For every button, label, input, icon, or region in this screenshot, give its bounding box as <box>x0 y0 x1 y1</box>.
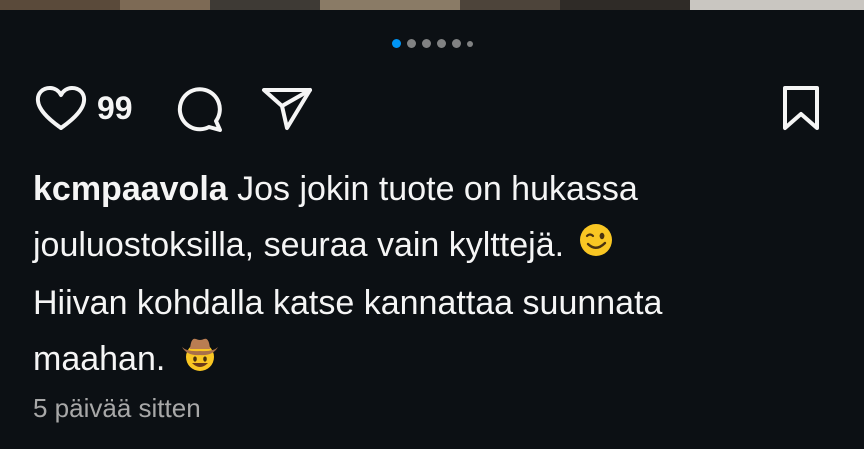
caption-text: jouluostoksilla, seuraa vain kylttejä. <box>33 226 565 264</box>
carousel-dot <box>421 39 431 48</box>
action-bar: 99 <box>0 80 864 136</box>
bookmark-icon <box>783 86 819 130</box>
post-image-edge[interactable] <box>0 0 864 10</box>
caption-line-3: Hiivan kohdalla katse kannattaa suunnata <box>33 275 833 331</box>
save-button[interactable] <box>772 84 830 132</box>
caption-line-1: kcmpaavola Jos jokin tuote on hukassa <box>33 161 833 217</box>
carousel-dot <box>406 39 416 48</box>
like-count[interactable]: 99 <box>97 90 133 126</box>
caption-line-2: jouluostoksilla, seuraa vain kylttejä. <box>33 217 833 275</box>
carousel-indicator <box>0 39 864 48</box>
carousel-dot-active <box>391 39 401 48</box>
caption-text: Jos jokin tuote on hukassa <box>237 170 638 208</box>
cowboy-hat-face-emoji-icon <box>179 332 221 391</box>
share-button[interactable] <box>258 84 316 132</box>
post-timestamp[interactable]: 5 päivää sitten <box>33 390 201 426</box>
heart-icon <box>35 86 87 130</box>
comment-icon <box>177 87 222 132</box>
post-footer: 99 kcmpaavola Jos jokin tuote on hukassa… <box>0 0 864 449</box>
winking-face-emoji-icon <box>578 219 614 275</box>
carousel-dot <box>436 39 446 48</box>
author-username[interactable]: kcmpaavola <box>33 170 228 208</box>
like-button[interactable] <box>30 84 92 132</box>
caption-text: Hiivan kohdalla katse kannattaa suunnata <box>33 284 663 323</box>
send-icon <box>262 88 312 130</box>
comment-button[interactable] <box>170 84 228 132</box>
caption-line-4: maahan. <box>33 331 833 391</box>
carousel-dot <box>451 39 461 48</box>
caption-text: maahan. <box>33 340 166 379</box>
post-caption: kcmpaavola Jos jokin tuote on hukassa jo… <box>33 161 833 391</box>
carousel-dot <box>466 40 473 47</box>
